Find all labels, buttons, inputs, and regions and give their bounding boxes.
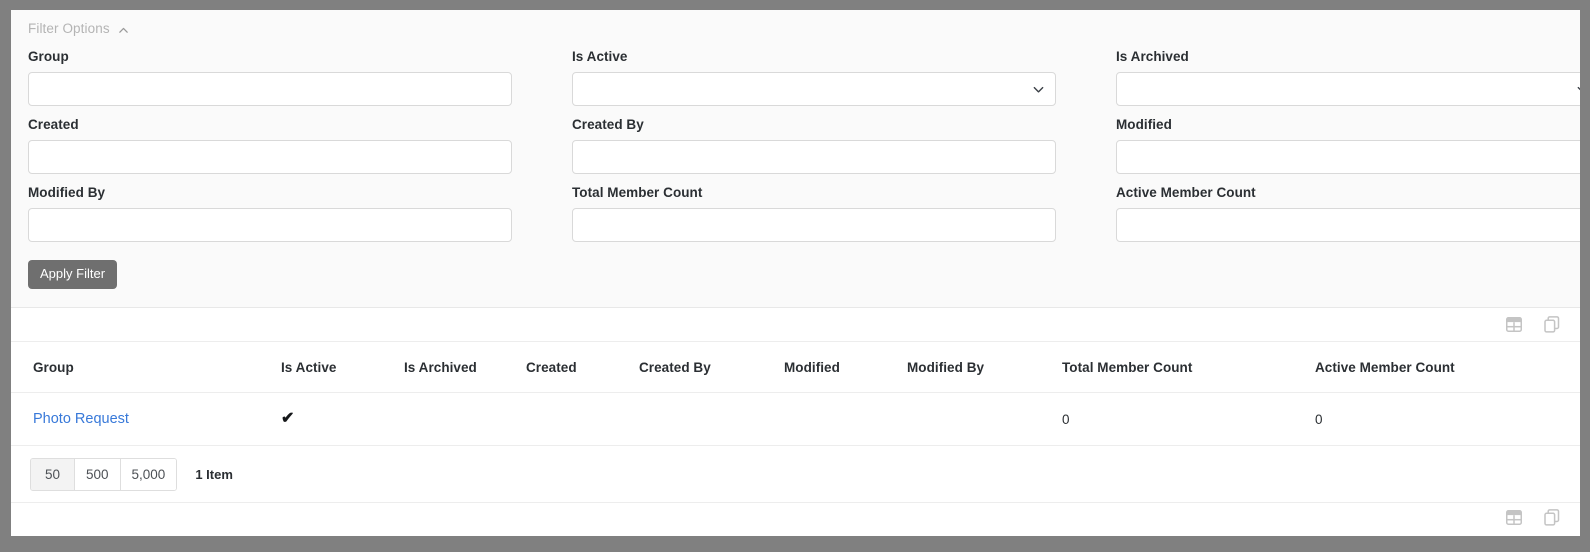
filter-field-is-active: Is Active [572,48,1086,106]
page-size-selector: 50 500 5,000 [30,458,177,491]
table-grid-icon[interactable] [1505,316,1523,334]
filter-field-total-member-count: Total Member Count [572,184,1086,242]
cell-total-member-count: 0 [1062,393,1315,446]
modified-by-input[interactable] [28,208,512,242]
item-count-label: 1 Item [195,467,233,482]
filter-field-is-archived: Is Archived [1116,48,1580,106]
cell-modified [784,393,907,446]
table-toolbar-top [11,308,1580,342]
cell-created-by [639,393,784,446]
table-head: Group Is Active Is Archived Created Crea… [11,342,1580,393]
apply-filter-button[interactable]: Apply Filter [28,260,117,289]
field-label-active-member-count: Active Member Count [1116,184,1580,202]
column-header-group[interactable]: Group [11,342,281,393]
filter-options-header[interactable]: Filter Options [11,10,1580,48]
filter-field-created-by: Created By [572,116,1086,174]
cell-created [526,393,639,446]
copy-icon[interactable] [1543,316,1561,334]
apply-filter-row: Apply Filter [11,252,1580,289]
filter-fields-grid: Group Is Active Is Arch [11,48,1580,252]
field-label-group: Group [28,48,542,66]
field-label-is-active: Is Active [572,48,1086,66]
cell-modified-by [907,393,1062,446]
column-header-modified[interactable]: Modified [784,342,907,393]
group-input[interactable] [28,72,512,106]
filter-options-panel: Filter Options Group Is Active [11,10,1580,308]
filter-field-created: Created [28,116,542,174]
group-list-card: Filter Options Group Is Active [11,10,1580,536]
table-toolbar-bottom [11,502,1580,532]
total-member-count-input[interactable] [572,208,1056,242]
is-archived-select-wrap [1116,72,1580,106]
field-label-total-member-count: Total Member Count [572,184,1086,202]
column-header-created[interactable]: Created [526,342,639,393]
page-size-5000[interactable]: 5,000 [121,459,177,490]
is-active-select[interactable] [572,72,1056,106]
page-size-50[interactable]: 50 [31,459,75,490]
column-header-modified-by[interactable]: Modified By [907,342,1062,393]
column-header-is-archived[interactable]: Is Archived [404,342,526,393]
table-body: Photo Request ✔ 0 0 [11,393,1580,446]
field-label-created: Created [28,116,542,134]
created-input[interactable] [28,140,512,174]
modified-input[interactable] [1116,140,1580,174]
group-link[interactable]: Photo Request [33,411,129,427]
page-size-500[interactable]: 500 [75,459,121,490]
table-row: Photo Request ✔ 0 0 [11,393,1580,446]
cell-is-active: ✔ [281,393,404,446]
chevron-up-icon[interactable] [118,25,129,36]
table-header-row: Group Is Active Is Archived Created Crea… [11,342,1580,393]
field-label-is-archived: Is Archived [1116,48,1580,66]
table-grid-icon[interactable] [1505,509,1523,527]
filter-field-group: Group [28,48,542,106]
created-by-input[interactable] [572,140,1056,174]
filter-field-modified: Modified [1116,116,1580,174]
column-header-created-by[interactable]: Created By [639,342,784,393]
is-archived-select[interactable] [1116,72,1580,106]
cell-group: Photo Request [11,393,281,446]
cell-is-archived [404,393,526,446]
filter-field-modified-by: Modified By [28,184,542,242]
field-label-modified-by: Modified By [28,184,542,202]
column-header-total-member-count[interactable]: Total Member Count [1062,342,1315,393]
screen-root: Filter Options Group Is Active [0,0,1590,552]
filter-field-active-member-count: Active Member Count [1116,184,1580,242]
pager-row: 50 500 5,000 1 Item [11,446,1580,502]
filter-options-title: Filter Options [28,19,110,39]
field-label-modified: Modified [1116,116,1580,134]
group-table: Group Is Active Is Archived Created Crea… [11,342,1580,446]
column-header-active-member-count[interactable]: Active Member Count [1315,342,1580,393]
is-active-select-wrap [572,72,1056,106]
active-member-count-input[interactable] [1116,208,1580,242]
field-label-created-by: Created By [572,116,1086,134]
cell-active-member-count: 0 [1315,393,1580,446]
column-header-is-active[interactable]: Is Active [281,342,404,393]
copy-icon[interactable] [1543,509,1561,527]
check-icon: ✔ [281,410,294,427]
